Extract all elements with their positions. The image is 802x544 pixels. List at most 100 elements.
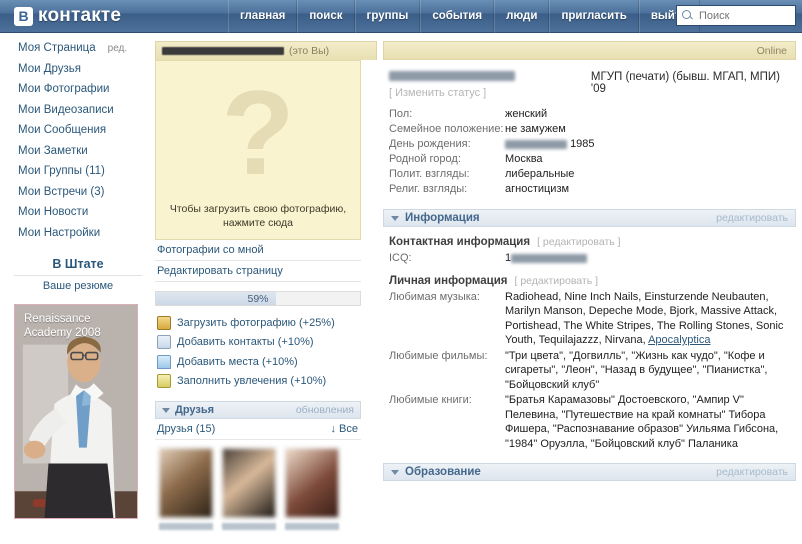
contact-info-edit-link[interactable]: [ редактировать ] (537, 236, 621, 248)
fact-row-religious-views: Религ. взгляды: агностицизм (383, 182, 796, 197)
friend-thumbnail[interactable] (159, 448, 213, 530)
sidebar-item-my-friends[interactable]: Мои Друзья (0, 63, 152, 84)
sidebar-item-label[interactable]: Мои Группы (11) (18, 165, 105, 177)
contact-key: ICQ: (389, 252, 412, 264)
photos-with-me-link[interactable]: Фотографии со мной (157, 244, 264, 256)
pref-value-text: Radiohead, Nine Inch Nails, Einsturzende… (505, 290, 784, 347)
friends-show-all-link[interactable]: ↓ Все (330, 423, 358, 435)
friend-name-redacted (159, 523, 213, 530)
change-status-link[interactable]: [ Изменить статус ] (389, 87, 587, 99)
education-section-header[interactable]: Образование редактировать (383, 463, 796, 481)
sidebar-item-edit-link[interactable]: ред. (108, 43, 128, 54)
pencil-icon (157, 374, 171, 389)
fact-value: Москва (505, 153, 543, 165)
sidebar-item-label[interactable]: Мои Встречи (3) (18, 186, 105, 198)
ad-banner[interactable]: Renaissance Academy 2008 (14, 304, 138, 519)
sidebar-item-my-photos[interactable]: Мои Фотографии (0, 83, 152, 104)
fact-value: 1985 (505, 137, 595, 152)
education-section-edit-link[interactable]: редактировать (716, 466, 788, 478)
staff-resume-link[interactable]: Ваше резюме (14, 276, 142, 292)
sidebar-item-my-messages[interactable]: Мои Сообщения (0, 124, 152, 145)
friends-updates-link[interactable]: обновления (296, 404, 354, 416)
fact-row-marital-status: Семейное положение: не замужем (383, 122, 796, 137)
information-section-header[interactable]: Информация редактировать (383, 209, 796, 227)
friends-count-link[interactable]: Друзья (15) (157, 423, 215, 435)
site-logo[interactable]: В контакте (0, 0, 228, 33)
basic-facts-list: Пол: женский Семейное положение: не заму… (383, 99, 796, 197)
photo-upload-hint: Чтобы загрузить свою фотографию, нажмите… (156, 202, 360, 239)
sidebar-item-my-settings[interactable]: Мои Настройки (0, 227, 152, 248)
staff-widget-title: В Штате (14, 254, 142, 276)
pref-value-link[interactable]: Apocalyptica (648, 334, 710, 346)
fact-key: День рождения: (389, 138, 471, 150)
sidebar-item-label[interactable]: Мои Заметки (18, 145, 88, 157)
sidebar-item-my-groups[interactable]: Мои Группы (11) (0, 165, 152, 186)
friend-thumbnail[interactable] (222, 448, 276, 530)
camera-icon (157, 315, 171, 330)
logo-badge-icon: В (14, 6, 33, 26)
task-fill-interests[interactable]: Заполнить увлечения (+10%) (155, 372, 377, 392)
sidebar-item-label[interactable]: Мои Фотографии (18, 83, 109, 95)
friends-block-header[interactable]: Друзья обновления (155, 401, 361, 419)
profile-photo-upload-box[interactable]: ? Чтобы загрузить свою фотографию, нажми… (155, 60, 361, 240)
this-is-you-label: (это Вы) (289, 45, 330, 57)
nav-item-groups[interactable]: группы (354, 0, 421, 33)
task-label[interactable]: Добавить места (+10%) (177, 356, 298, 368)
friend-avatar[interactable] (285, 448, 339, 518)
sidebar-item-label[interactable]: Моя Страница (18, 42, 96, 54)
friend-avatar[interactable] (222, 448, 276, 518)
sidebar-item-my-videos[interactable]: Мои Видеозаписи (0, 104, 152, 125)
task-label[interactable]: Загрузить фотографию (+25%) (177, 317, 335, 329)
nav-item-search[interactable]: поиск (297, 0, 355, 33)
sidebar-item-label[interactable]: Мои Друзья (18, 63, 81, 75)
page-body: Моя Страница ред. Мои Друзья Мои Фотогра… (0, 33, 802, 544)
fact-value: женский (505, 108, 548, 120)
pref-key: Любимые фильмы: (389, 349, 488, 362)
header-search-box[interactable] (676, 5, 796, 26)
information-section-edit-link[interactable]: редактировать (716, 212, 788, 224)
task-label[interactable]: Заполнить увлечения (+10%) (177, 375, 326, 387)
sidebar-item-my-meetings[interactable]: Мои Встречи (3) (0, 186, 152, 207)
task-add-places[interactable]: Добавить места (+10%) (155, 352, 377, 372)
friend-avatar[interactable] (159, 448, 213, 518)
friend-thumbnail-list (155, 440, 377, 530)
center-column: (это Вы) ? Чтобы загрузить свою фотограф… (152, 33, 377, 544)
chevron-down-icon (162, 407, 170, 413)
photos-with-me-row[interactable]: Фотографии со мной (155, 240, 361, 261)
task-upload-photo[interactable]: Загрузить фотографию (+25%) (155, 313, 377, 333)
progress-percent-label: 59% (247, 292, 269, 305)
sidebar-item-label[interactable]: Мои Новости (18, 206, 88, 218)
nav-item-people[interactable]: люди (494, 0, 550, 33)
profile-completion-progress: 59% (155, 291, 361, 306)
right-column: Online [ Изменить статус ] МГУП (печати)… (377, 33, 802, 544)
edit-page-row[interactable]: Редактировать страницу (155, 261, 361, 282)
personal-info-title: Личная информация (389, 274, 508, 287)
search-input[interactable] (697, 8, 792, 23)
identity-row: [ Изменить статус ] МГУП (печати) (бывш.… (383, 60, 796, 99)
task-add-contacts[interactable]: Добавить контакты (+10%) (155, 333, 377, 353)
education-section-title: Образование (405, 466, 481, 478)
sidebar-item-my-page[interactable]: Моя Страница ред. (0, 42, 152, 63)
friends-block-title: Друзья (175, 404, 215, 416)
birthday-redacted (505, 139, 567, 149)
task-label[interactable]: Добавить контакты (+10%) (177, 336, 314, 348)
chevron-down-icon (391, 215, 399, 221)
sidebar-item-my-notes[interactable]: Мои Заметки (0, 145, 152, 166)
fact-row-birthday: День рождения: 1985 (383, 137, 796, 152)
fact-row-gender: Пол: женский (383, 107, 796, 122)
nav-item-invite[interactable]: пригласить (549, 0, 639, 33)
fact-key: Религ. взгляды: (389, 183, 468, 195)
pref-key: Любимые книги: (389, 394, 472, 406)
edit-page-link[interactable]: Редактировать страницу (157, 265, 283, 277)
nav-item-events[interactable]: события (420, 0, 495, 33)
fact-key: Родной город: (389, 153, 461, 165)
sidebar-item-label[interactable]: Мои Видеозаписи (18, 104, 114, 116)
personal-info-edit-link[interactable]: [ редактировать ] (515, 275, 599, 287)
sidebar-item-label[interactable]: Мои Сообщения (18, 124, 106, 136)
sidebar-item-label[interactable]: Мои Настройки (18, 227, 100, 239)
friend-thumbnail[interactable] (285, 448, 339, 530)
sidebar-item-my-news[interactable]: Мои Новости (0, 206, 152, 227)
nav-item-home[interactable]: главная (228, 0, 298, 33)
profile-name-redacted (162, 47, 284, 55)
chevron-down-icon (391, 469, 399, 475)
